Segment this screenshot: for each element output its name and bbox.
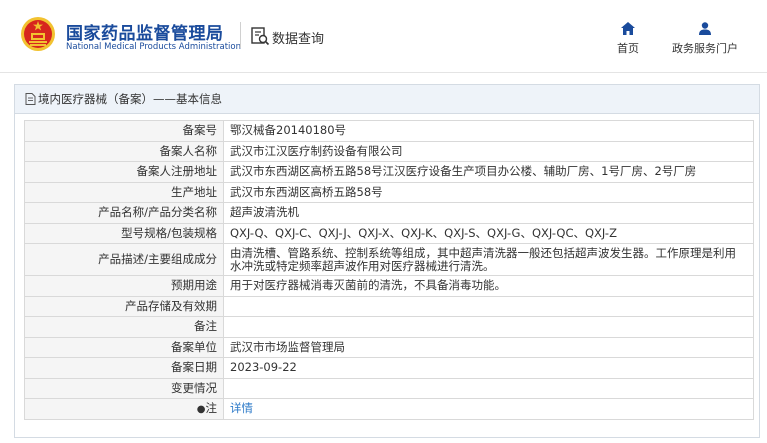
data-query-link[interactable]: 数据查询 xyxy=(272,28,324,47)
field-label: 生产地址 xyxy=(24,181,224,203)
site-header: 国家药品监督管理局 National Medical Products Admi… xyxy=(0,0,767,70)
field-label: 备案号 xyxy=(24,120,224,142)
note-value-cell: 详情 xyxy=(223,398,754,420)
document-icon xyxy=(25,93,36,105)
field-value xyxy=(223,316,754,338)
user-icon xyxy=(699,22,711,35)
table-row: 备注 xyxy=(24,316,754,338)
field-label: 产品存储及有效期 xyxy=(24,295,224,317)
record-panel: 境内医疗器械（备案）——基本信息 备案号 鄂汉械备20140180号 备案人名称… xyxy=(14,84,760,438)
table-row: 变更情况 xyxy=(24,377,754,399)
table-row: 备案日期 2023-09-22 xyxy=(24,357,754,379)
field-label: 产品名称/产品分类名称 xyxy=(24,202,224,224)
field-label: 备案单位 xyxy=(24,336,224,358)
nav-home[interactable]: 首页 xyxy=(614,22,642,56)
table-row: 产品描述/主要组成成分 由清洗槽、管路系统、控制系统等组成，其中超声清洗器一般还… xyxy=(24,243,754,276)
field-value: 武汉市东西湖区高桥五路58号 xyxy=(223,181,754,203)
nav-portal-label: 政务服务门户 xyxy=(672,42,738,55)
note-label: 注 xyxy=(205,400,218,415)
field-value: 由清洗槽、管路系统、控制系统等组成，其中超声清洗器一般还包括超声波发生器。工作原… xyxy=(223,243,754,276)
field-value: 武汉市江汉医疗制药设备有限公司 xyxy=(223,140,754,162)
field-label: 变更情况 xyxy=(24,377,224,399)
home-icon xyxy=(621,22,635,35)
org-name-en[interactable]: National Medical Products Administration xyxy=(66,42,241,52)
table-row: ●注 详情 xyxy=(24,398,754,420)
field-value: 武汉市市场监督管理局 xyxy=(223,336,754,358)
record-table: 备案号 鄂汉械备20140180号 备案人名称 武汉市江汉医疗制药设备有限公司 … xyxy=(24,120,754,420)
field-label: 备案人名称 xyxy=(24,140,224,162)
header-divider xyxy=(240,22,241,48)
table-row: 预期用途 用于对医疗器械消毒灭菌前的清洗，不具备消毒功能。 xyxy=(24,275,754,297)
note-label-cell: ●注 xyxy=(24,398,224,420)
field-value: 武汉市东西湖区高桥五路58号江汉医疗设备生产项目办公楼、辅助厂房、1号厂房、2号… xyxy=(223,161,754,183)
field-label: 型号规格/包装规格 xyxy=(24,222,224,244)
field-label: 产品描述/主要组成成分 xyxy=(24,243,224,276)
table-row: 备案单位 武汉市市场监督管理局 xyxy=(24,336,754,358)
header-bottom-border xyxy=(0,72,767,73)
table-row: 备案人名称 武汉市江汉医疗制药设备有限公司 xyxy=(24,140,754,162)
field-value: 超声波清洗机 xyxy=(223,202,754,224)
panel-title-bar: 境内医疗器械（备案）——基本信息 xyxy=(15,85,759,114)
field-value: 鄂汉械备20140180号 xyxy=(223,120,754,142)
table-row: 备案人注册地址 武汉市东西湖区高桥五路58号江汉医疗设备生产项目办公楼、辅助厂房… xyxy=(24,161,754,183)
field-label: 备案人注册地址 xyxy=(24,161,224,183)
field-value: 用于对医疗器械消毒灭菌前的清洗，不具备消毒功能。 xyxy=(223,275,754,297)
nav-service-portal[interactable]: 政务服务门户 xyxy=(667,22,743,56)
pin-icon: ● xyxy=(196,403,206,415)
data-query-icon[interactable] xyxy=(250,26,270,46)
field-label: 预期用途 xyxy=(24,275,224,297)
details-link[interactable]: 详情 xyxy=(230,401,253,415)
table-row: 生产地址 武汉市东西湖区高桥五路58号 xyxy=(24,181,754,203)
national-emblem-icon[interactable] xyxy=(20,16,56,52)
nav-home-label: 首页 xyxy=(617,42,639,55)
panel-title: 境内医疗器械（备案）——基本信息 xyxy=(38,92,222,106)
field-label: 备注 xyxy=(24,316,224,338)
field-value: 2023-09-22 xyxy=(223,357,754,379)
field-label: 备案日期 xyxy=(24,357,224,379)
table-row: 产品名称/产品分类名称 超声波清洗机 xyxy=(24,202,754,224)
field-value: QXJ-Q、QXJ-C、QXJ-J、QXJ-X、QXJ-K、QXJ-S、QXJ-… xyxy=(223,222,754,244)
table-row: 型号规格/包装规格 QXJ-Q、QXJ-C、QXJ-J、QXJ-X、QXJ-K、… xyxy=(24,222,754,244)
table-row: 备案号 鄂汉械备20140180号 xyxy=(24,120,754,142)
table-row: 产品存储及有效期 xyxy=(24,295,754,317)
field-value xyxy=(223,295,754,317)
org-name-cn[interactable]: 国家药品监督管理局 xyxy=(66,19,224,44)
field-value xyxy=(223,377,754,399)
